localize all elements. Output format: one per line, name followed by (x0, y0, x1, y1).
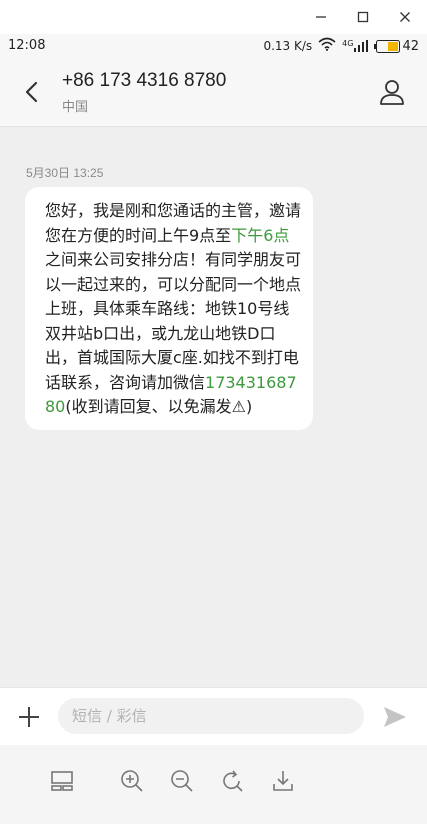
send-icon (384, 707, 406, 727)
minimize-icon[interactable] (310, 6, 332, 28)
contact-phone-number: +86 173 4316 8780 (62, 70, 227, 91)
message-input[interactable]: 短信 / 彩信 (58, 698, 364, 734)
message-text-3: (收到请回复、以免漏发⚠) (65, 397, 253, 416)
wifi-icon (318, 37, 336, 55)
contact-region: 中国 (62, 100, 89, 115)
zoom-in-icon[interactable] (120, 769, 144, 793)
send-button[interactable] (382, 704, 408, 730)
conversation-header: +86 173 4316 8780 中国 (0, 58, 427, 127)
window-title-bar (0, 0, 427, 34)
message-composer: 短信 / 彩信 (0, 687, 427, 746)
person-icon (380, 80, 404, 105)
message-thread[interactable]: 5月30日 13:25 您好，我是刚和您通话的主管，邀请您在方便的时间上午9点至… (0, 127, 427, 687)
rotate-icon[interactable] (220, 769, 244, 793)
time-link[interactable]: 下午6点 (231, 226, 289, 245)
download-icon[interactable] (271, 769, 295, 793)
message-timestamp: 5月30日 13:25 (26, 166, 104, 180)
chevron-left-icon (25, 81, 38, 103)
zoom-out-icon[interactable] (170, 769, 194, 793)
battery-level: 42 (402, 38, 419, 54)
status-bar: 12:08 0.13 K/s 4G 42 (0, 34, 427, 58)
message-text-2: 之间来公司安排分店！有同学朋友可以一起过来的，可以分配同一个地点上班，具体乘车路… (45, 250, 302, 392)
bottom-toolbar (0, 745, 427, 824)
signal-icon: 4G (342, 40, 369, 52)
close-icon[interactable] (394, 6, 416, 28)
plus-icon (19, 707, 39, 727)
network-speed: 0.13 K/s (263, 39, 313, 53)
status-time: 12:08 (8, 38, 46, 53)
back-button[interactable] (18, 78, 46, 106)
contact-details-button[interactable] (379, 78, 405, 106)
maximize-icon[interactable] (352, 6, 374, 28)
screen-icon[interactable] (50, 769, 74, 793)
battery-icon: 42 (374, 39, 419, 54)
attach-button[interactable] (16, 704, 42, 730)
message-bubble[interactable]: 您好，我是刚和您通话的主管，邀请您在方便的时间上午9点至下午6点之间来公司安排分… (25, 187, 313, 430)
